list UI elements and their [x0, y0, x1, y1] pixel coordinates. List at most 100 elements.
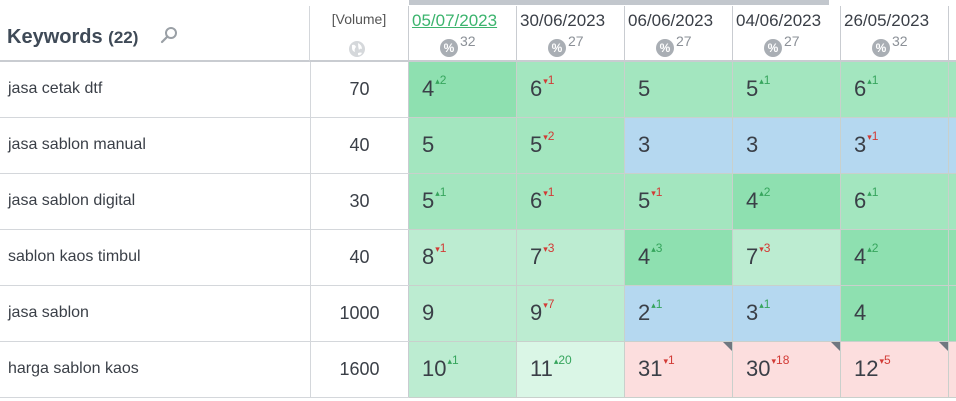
- volume-header[interactable]: [Volume]: [310, 6, 409, 62]
- date-label[interactable]: 04/06/2023: [736, 11, 821, 31]
- note-corner-icon[interactable]: [939, 342, 948, 351]
- keyword-row[interactable]: jasa sablon 1000: [0, 286, 409, 342]
- position-value: 6▾1: [530, 73, 554, 102]
- date-label[interactable]: 26/05/2023: [844, 11, 929, 31]
- date-link-active[interactable]: 05/07/2023: [412, 11, 497, 31]
- position-cell[interactable]: 5▴1: [409, 174, 517, 230]
- position-cell[interactable]: 10▴1: [409, 342, 517, 398]
- change-value: 3: [547, 241, 555, 255]
- percent-icon[interactable]: %: [548, 39, 566, 57]
- position-cell[interactable]: 3▾1: [841, 118, 949, 174]
- keyword-row[interactable]: sablon kaos timbul 40: [0, 230, 409, 286]
- note-corner-icon[interactable]: [831, 342, 840, 351]
- keyword-text[interactable]: jasa sablon: [8, 304, 89, 322]
- position-cell[interactable]: 30▾18: [733, 342, 841, 398]
- date-diff-count: 32: [460, 33, 476, 49]
- horizontal-scrollbar[interactable]: [409, 0, 829, 5]
- position-change-down: ▾3: [543, 241, 554, 255]
- position-cell[interactable]: 6▴1: [841, 174, 949, 230]
- position-change-up: ▴1: [651, 297, 662, 311]
- position-cell[interactable]: 6▾1: [517, 174, 625, 230]
- position-value: 4▴3: [638, 241, 662, 270]
- position-cell[interactable]: 4▴2: [409, 62, 517, 118]
- position-cell[interactable]: 9: [409, 286, 517, 342]
- date-column-header[interactable]: 04/06/2023% 27: [733, 6, 841, 62]
- position-value: 8▾1: [422, 241, 446, 270]
- position-cell[interactable]: 3: [625, 118, 733, 174]
- keyword-text[interactable]: sablon kaos timbul: [8, 248, 141, 266]
- date-label[interactable]: 06/06/2023: [628, 11, 713, 31]
- position-change-down: ▾1: [543, 73, 554, 87]
- keywords-header[interactable]: Keywords (22): [0, 6, 310, 62]
- position-value: 9▾7: [530, 297, 554, 326]
- position-cell[interactable]: 5▾2: [517, 118, 625, 174]
- percent-icon[interactable]: %: [656, 39, 674, 57]
- note-corner-icon[interactable]: [723, 342, 732, 351]
- position-cell[interactable]: 4▴2: [841, 230, 949, 286]
- position-cell[interactable]: 6▴1: [841, 62, 949, 118]
- keyword-text[interactable]: harga sablon kaos: [8, 360, 139, 378]
- position-number: 11: [530, 356, 553, 381]
- position-value: 4: [854, 300, 866, 326]
- position-cell[interactable]: 11▴20: [517, 342, 625, 398]
- change-value: 1: [452, 353, 459, 367]
- percent-icon[interactable]: %: [440, 39, 458, 57]
- position-cell[interactable]: 7▾3: [517, 230, 625, 286]
- position-change-up: ▴2: [759, 185, 770, 199]
- position-number: 5: [422, 188, 435, 213]
- position-cell[interactable]: 4▴2: [733, 174, 841, 230]
- keyword-row[interactable]: jasa sablon manual 40: [0, 118, 409, 174]
- position-cell[interactable]: 5: [625, 62, 733, 118]
- date-label[interactable]: 30/06/2023: [520, 11, 605, 31]
- position-cell[interactable]: 8▾1: [409, 230, 517, 286]
- position-value: 9: [422, 300, 434, 326]
- position-cell[interactable]: 5: [409, 118, 517, 174]
- rank-tracker-table: Keywords (22) [Volume] jasa cetak dtf 70 j…: [0, 0, 956, 401]
- position-number: 31: [638, 356, 663, 381]
- position-cell[interactable]: 4: [841, 286, 949, 342]
- position-change-up: ▴1: [447, 353, 458, 367]
- date-column-header[interactable]: 05/07/2023% 32: [409, 6, 517, 62]
- position-number: 5: [530, 132, 543, 157]
- change-value: 1: [439, 185, 447, 199]
- position-change-down: ▾1: [651, 185, 662, 199]
- percent-icon[interactable]: %: [872, 39, 890, 57]
- change-value: 1: [547, 185, 555, 199]
- position-cell[interactable]: 5▴1: [733, 62, 841, 118]
- position-change-up: ▴3: [651, 241, 662, 255]
- date-column-header[interactable]: 06/06/2023% 27: [625, 6, 733, 62]
- position-cell[interactable]: 9▾7: [517, 286, 625, 342]
- change-value: 1: [547, 73, 555, 87]
- keyword-row[interactable]: harga sablon kaos 1600: [0, 342, 409, 398]
- keyword-text[interactable]: jasa sablon digital: [8, 192, 135, 210]
- keyword-row[interactable]: jasa sablon digital 30: [0, 174, 409, 230]
- position-cell-partial: [949, 118, 956, 174]
- position-cell[interactable]: 4▴3: [625, 230, 733, 286]
- keyword-text[interactable]: jasa sablon manual: [8, 136, 146, 154]
- position-cell[interactable]: 31▾1: [625, 342, 733, 398]
- keyword-text[interactable]: jasa cetak dtf: [8, 80, 102, 98]
- position-cell[interactable]: 6▾1: [517, 62, 625, 118]
- keyword-row[interactable]: jasa cetak dtf 70: [0, 62, 409, 118]
- change-value: 20: [558, 353, 572, 367]
- position-cell[interactable]: 2▴1: [625, 286, 733, 342]
- position-cell[interactable]: 3: [733, 118, 841, 174]
- change-value: 1: [871, 185, 879, 199]
- position-change-down: ▾2: [543, 129, 554, 143]
- search-icon[interactable]: [160, 26, 178, 44]
- position-value: 3: [746, 132, 758, 158]
- position-number: 7: [746, 244, 759, 269]
- change-value: 1: [668, 353, 675, 367]
- change-value: 3: [655, 241, 663, 255]
- date-column-header[interactable]: 30/06/2023% 27: [517, 6, 625, 62]
- search-volume: 40: [310, 118, 409, 173]
- position-value: 6▴1: [854, 185, 879, 214]
- position-cell[interactable]: 12▾5: [841, 342, 949, 398]
- position-cell[interactable]: 3▴1: [733, 286, 841, 342]
- globe-icon: [349, 41, 365, 57]
- position-cell[interactable]: 7▾3: [733, 230, 841, 286]
- percent-icon[interactable]: %: [764, 39, 782, 57]
- position-cell[interactable]: 5▾1: [625, 174, 733, 230]
- date-column-header-partial[interactable]: [949, 6, 956, 62]
- date-column-header[interactable]: 26/05/2023% 32: [841, 6, 949, 62]
